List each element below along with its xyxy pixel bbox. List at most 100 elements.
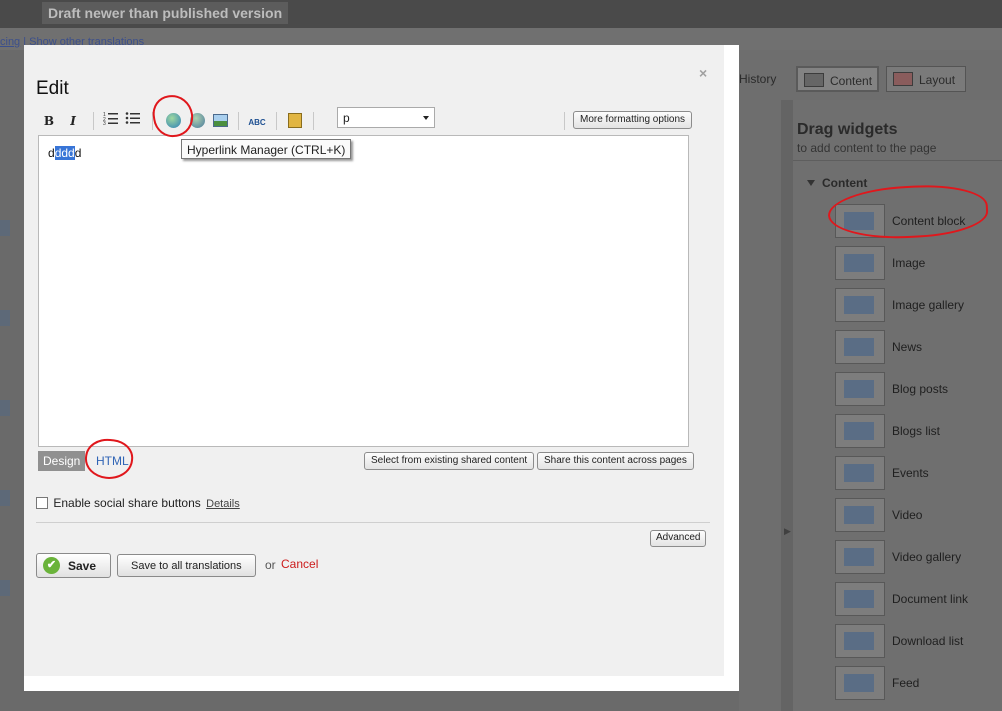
or-separator: or: [265, 558, 276, 572]
unordered-list-icon: [125, 112, 140, 124]
editor-text-after: d: [74, 146, 82, 160]
html-mode-tab[interactable]: HTML: [96, 454, 129, 468]
widget-item[interactable]: Blog posts: [835, 372, 1000, 406]
widget-label: Blogs list: [892, 424, 941, 438]
widget-item[interactable]: Events: [835, 456, 1000, 490]
ordered-list-icon: 123: [103, 112, 118, 127]
hyperlink-manager-button[interactable]: [162, 110, 184, 132]
svg-text:3: 3: [103, 121, 106, 125]
dialog-divider: [36, 522, 710, 523]
widget-item[interactable]: Image: [835, 246, 1000, 280]
social-share-checkbox[interactable]: [36, 497, 48, 509]
widget-item[interactable]: Content block: [835, 204, 1000, 238]
toolbar-separator: [564, 112, 565, 130]
draft-status-badge: Draft newer than published version: [42, 2, 289, 24]
page-marker: [0, 490, 10, 506]
widget-label: Video: [892, 508, 923, 522]
image-icon: [212, 114, 228, 127]
bold-button[interactable]: B: [38, 110, 60, 132]
paragraph-format-select[interactable]: p: [337, 107, 435, 128]
content-view-icon: [804, 73, 824, 87]
widget-label: Events: [892, 466, 929, 480]
select-shared-content-button[interactable]: Select from existing shared content: [364, 452, 535, 470]
save-button[interactable]: ✔ Save: [36, 553, 111, 578]
unordered-list-button[interactable]: [122, 110, 144, 132]
social-share-details-link[interactable]: Details: [206, 498, 240, 510]
widgets-panel-subtitle: to add content to the page: [797, 141, 937, 155]
widget-thumbnail-icon: [835, 288, 885, 322]
layout-view-label: Layout: [919, 73, 956, 87]
widget-thumbnail-icon: [835, 498, 885, 532]
italic-button[interactable]: I: [62, 110, 84, 132]
widget-thumbnail-icon: [835, 624, 885, 658]
widget-item[interactable]: Blogs list: [835, 414, 1000, 448]
close-dialog-button[interactable]: ×: [699, 65, 707, 81]
widget-label: Content block: [892, 214, 966, 228]
editor-text-before: d: [48, 146, 55, 160]
widget-label: Image: [892, 256, 926, 270]
widget-item[interactable]: Video gallery: [835, 540, 1000, 574]
image-manager-button[interactable]: [209, 110, 231, 132]
editor-content: ddddd: [48, 146, 81, 160]
widget-thumbnail-icon: [835, 246, 885, 280]
save-to-all-translations-button[interactable]: Save to all translations: [117, 554, 256, 577]
collapse-arrow-icon[interactable]: ▶: [784, 526, 791, 537]
toolbar-separator: [313, 112, 314, 130]
dialog-title: Edit: [36, 78, 69, 99]
widget-item[interactable]: Document link: [835, 582, 1000, 616]
edit-dialog-body: × Edit B I 123 ABC p More formatting opt…: [24, 45, 724, 676]
widget-item[interactable]: Video: [835, 498, 1000, 532]
remove-link-button[interactable]: [186, 110, 208, 132]
design-mode-tab[interactable]: Design: [38, 451, 86, 471]
paste-clipboard-icon: [288, 113, 302, 128]
top-bar: Draft newer than published version: [0, 0, 1002, 28]
panel-splitter[interactable]: ▶: [781, 100, 793, 711]
paste-button[interactable]: [284, 110, 306, 132]
chevron-down-icon: [423, 116, 429, 120]
page-marker: [0, 580, 10, 596]
content-view-button[interactable]: Content: [796, 66, 879, 92]
page-marker: [0, 310, 10, 326]
editor-toolbar: B I 123 ABC p More formatting options: [38, 105, 693, 135]
widget-label: Video gallery: [892, 550, 962, 564]
unlink-globe-icon: [189, 113, 205, 128]
cancel-link[interactable]: Cancel: [281, 557, 318, 571]
rich-text-editor[interactable]: ddddd: [38, 135, 689, 447]
layout-view-icon: [893, 72, 913, 86]
widget-item[interactable]: News: [835, 330, 1000, 364]
history-tab[interactable]: History: [739, 72, 776, 86]
widget-thumbnail-icon: [835, 330, 885, 364]
widgets-panel-title: Drag widgets: [797, 121, 898, 138]
content-section-header[interactable]: Content: [807, 176, 867, 190]
spellcheck-icon: ABC: [248, 118, 266, 127]
widget-thumbnail-icon: [835, 372, 885, 406]
paragraph-format-value: p: [343, 111, 350, 125]
layout-view-button[interactable]: Layout: [886, 66, 966, 92]
checkmark-icon: ✔: [43, 557, 60, 574]
widget-label: Document link: [892, 592, 969, 606]
widget-item[interactable]: Download list: [835, 624, 1000, 658]
widget-label: Feed: [892, 676, 920, 690]
page-marker: [0, 220, 10, 236]
widget-thumbnail-icon: [835, 456, 885, 490]
page-marker: [0, 400, 10, 416]
toolbar-separator: [276, 112, 277, 130]
widget-thumbnail-icon: [835, 204, 885, 238]
hyperlink-manager-tooltip: Hyperlink Manager (CTRL+K): [181, 139, 352, 159]
expand-triangle-icon: [807, 180, 815, 186]
content-view-label: Content: [830, 74, 873, 88]
widget-label: News: [892, 340, 923, 354]
share-content-button[interactable]: Share this content across pages: [537, 452, 694, 470]
translation-link-prefix[interactable]: cing: [0, 36, 20, 48]
spellcheck-button[interactable]: ABC: [246, 110, 268, 132]
toolbar-separator: [152, 112, 153, 130]
widget-item[interactable]: Feed: [835, 666, 1000, 700]
bottom-page-strip: [24, 691, 739, 711]
widget-item[interactable]: Image gallery: [835, 288, 1000, 322]
advanced-button[interactable]: Advanced: [650, 530, 707, 547]
widget-thumbnail-icon: [835, 414, 885, 448]
social-share-label: Enable social share buttons: [53, 496, 201, 510]
more-formatting-options-button[interactable]: More formatting options: [573, 111, 693, 129]
toolbar-separator: [93, 112, 94, 130]
ordered-list-button[interactable]: 123: [100, 110, 122, 132]
